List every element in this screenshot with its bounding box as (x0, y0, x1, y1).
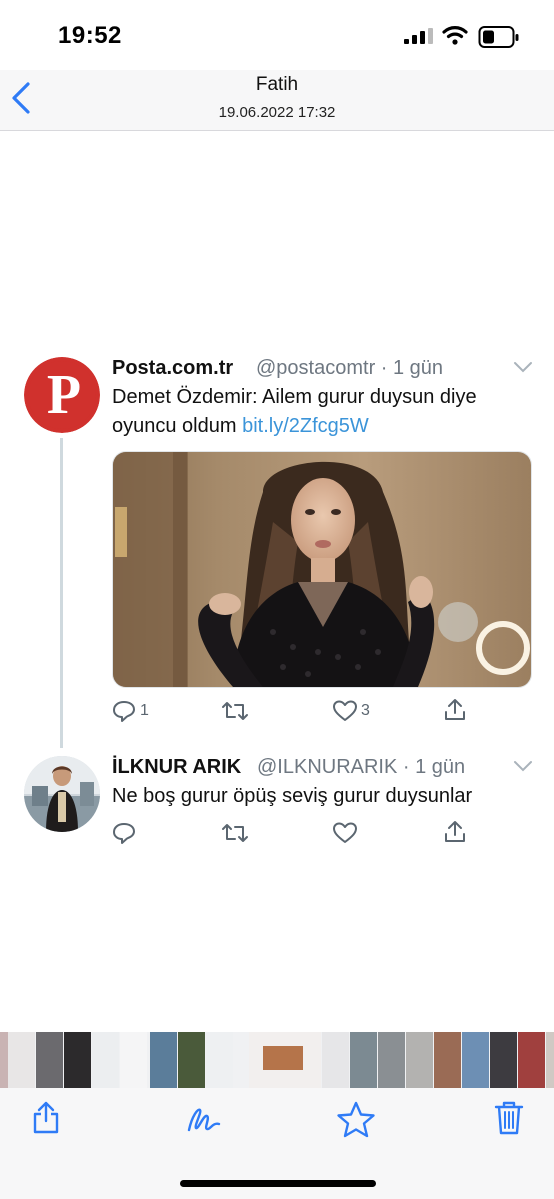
nav-title: Fatih (255, 74, 299, 95)
reply-icon[interactable] (112, 821, 136, 845)
share-icon[interactable] (32, 1100, 60, 1134)
tweet1-more-chevron-icon[interactable] (513, 360, 533, 374)
photo-thumbnail-strip[interactable] (0, 1032, 554, 1088)
tweet1-link[interactable]: bit.ly/2Zfcg5W (242, 415, 369, 437)
thumbnail[interactable] (350, 1032, 377, 1088)
thumbnail[interactable] (378, 1032, 405, 1088)
status-time: 19:52 (58, 22, 122, 49)
tweet1-text: Demet Özdemir: Ailem gurur duysun diye o… (112, 383, 532, 441)
tweet1-handle[interactable]: @postacomtr · 1 gün (256, 357, 443, 380)
thumbnail[interactable] (36, 1032, 63, 1088)
thumbnail[interactable] (64, 1032, 91, 1088)
thumbnail[interactable] (434, 1032, 461, 1088)
thumbnail[interactable] (322, 1032, 349, 1088)
thumbnail[interactable] (462, 1032, 489, 1088)
thumbnail[interactable] (518, 1032, 545, 1088)
tweet1-author-name[interactable]: Posta.com.tr (112, 357, 233, 380)
posta-logo-icon: P (24, 357, 100, 433)
reply-icon[interactable] (112, 699, 136, 723)
tweet2-author-name[interactable]: İLKNUR ARIK (112, 756, 241, 779)
thumbnail[interactable] (120, 1032, 147, 1088)
tweet2-handle[interactable]: @ILKNURARIK · 1 gün (257, 756, 465, 779)
tweet2-more-chevron-icon[interactable] (513, 759, 533, 773)
nav-subtitle: 19.06.2022 17:32 (218, 104, 336, 121)
thumbnail-detail (263, 1046, 303, 1070)
thumbnail[interactable] (546, 1032, 554, 1088)
cellular-signal-icon (404, 28, 433, 44)
thumbnail[interactable] (8, 1032, 35, 1088)
thumbnail[interactable] (150, 1032, 177, 1088)
battery-icon (478, 26, 519, 48)
wifi-icon (442, 26, 468, 45)
thumbnail[interactable] (406, 1032, 433, 1088)
star-icon[interactable] (336, 1100, 376, 1138)
thread-line (60, 438, 63, 748)
thumbnail[interactable] (92, 1032, 119, 1088)
tweet1-text-line2: oyuncu oldum (112, 415, 237, 437)
like-icon[interactable] (332, 821, 358, 845)
thumbnail[interactable] (178, 1032, 205, 1088)
tweet1-text-line1: Demet Özdemir: Ailem gurur duysun diye (112, 386, 477, 408)
photo-woman-image (113, 452, 531, 687)
home-indicator[interactable] (180, 1180, 376, 1187)
retweet-icon[interactable] (221, 699, 249, 723)
svg-text:P: P (47, 364, 81, 426)
retweet-icon[interactable] (221, 821, 249, 845)
tweet1-like-count: 3 (361, 702, 370, 719)
ilknur-avatar[interactable] (24, 756, 100, 832)
tweet2-text: Ne boş gurur öpüş seviş gurur duysunlar (112, 785, 473, 807)
like-icon[interactable] (332, 699, 358, 723)
markup-icon[interactable] (186, 1104, 222, 1134)
profile-photo-image (24, 756, 100, 832)
thumbnail[interactable] (206, 1032, 233, 1088)
thumbnail[interactable] (490, 1032, 517, 1088)
tweet-share-icon[interactable] (443, 697, 467, 723)
posta-avatar[interactable]: P (24, 357, 100, 433)
trash-icon[interactable] (494, 1100, 524, 1136)
tweet-share-icon[interactable] (443, 819, 467, 845)
tweet1-photo[interactable] (112, 451, 532, 688)
tweet1-reply-count: 1 (140, 702, 149, 719)
